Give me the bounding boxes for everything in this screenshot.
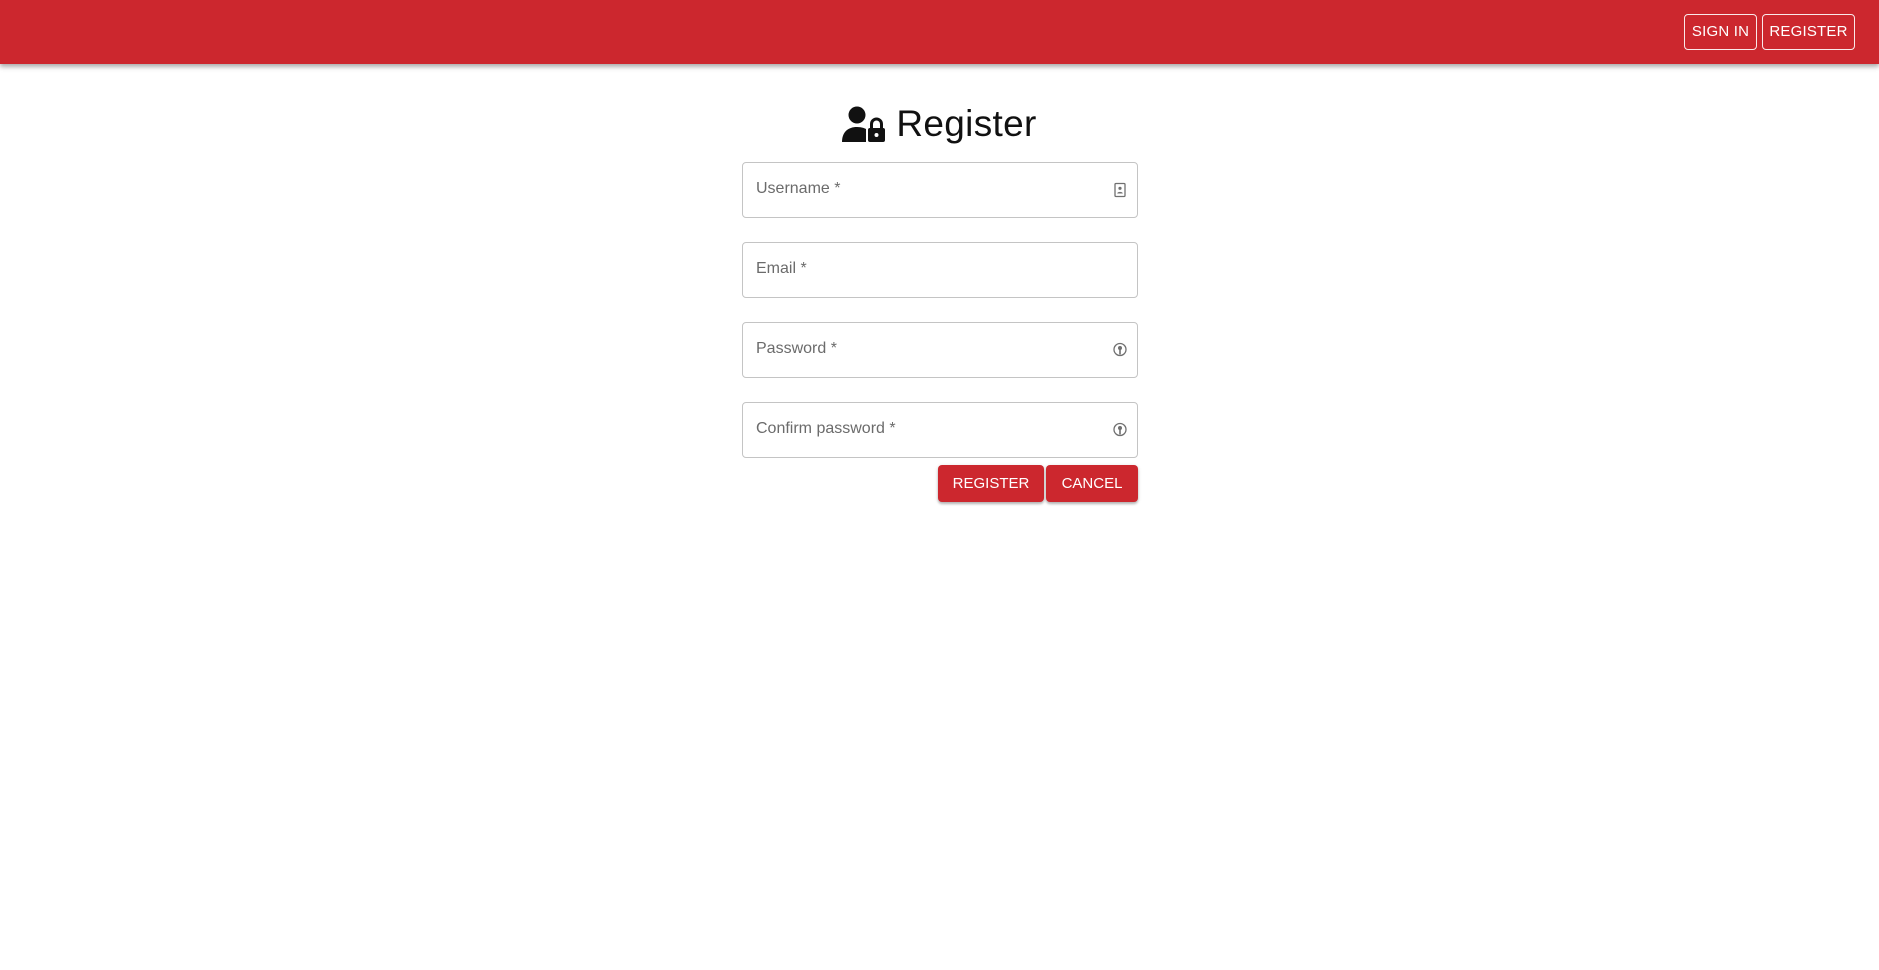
password-field[interactable]: Password * — [742, 322, 1138, 378]
user-lock-icon — [842, 106, 886, 142]
nav-register-button[interactable]: REGISTER — [1762, 14, 1855, 50]
email-field[interactable]: Email * — [742, 242, 1138, 298]
key-icon — [1113, 342, 1127, 357]
password-label: Password * — [756, 340, 837, 357]
email-label: Email * — [756, 260, 807, 277]
username-field[interactable]: Username * — [742, 162, 1138, 218]
confirm-password-label: Confirm password * — [756, 420, 896, 437]
cancel-button[interactable]: CANCEL — [1046, 465, 1138, 502]
sign-in-button[interactable]: SIGN IN — [1684, 14, 1757, 50]
username-label: Username * — [756, 180, 841, 197]
contact-card-icon — [1114, 182, 1126, 198]
confirm-password-field[interactable]: Confirm password * — [742, 402, 1138, 458]
key-icon — [1113, 422, 1127, 437]
page-title: Register — [0, 102, 1879, 146]
form-title: Register — [896, 103, 1037, 144]
register-button[interactable]: REGISTER — [938, 465, 1044, 502]
app-bar: SIGN IN REGISTER — [0, 0, 1879, 64]
